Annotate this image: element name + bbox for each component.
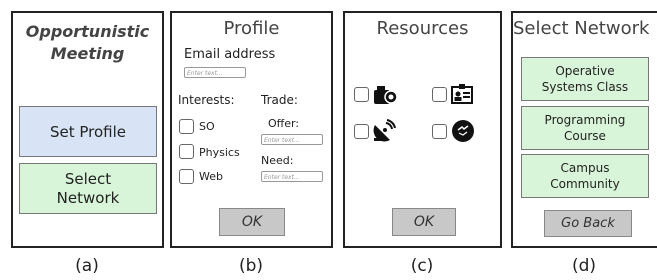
ok-label: OK xyxy=(241,214,263,230)
screen-select-network: Select Network Operative Systems Class P… xyxy=(511,11,657,248)
resource-checkbox-trade[interactable] xyxy=(432,124,447,139)
resources-title: Resources xyxy=(376,18,469,39)
ok-button[interactable]: OK xyxy=(219,208,285,236)
app-title: Opportunistic Meeting xyxy=(13,21,162,65)
resource-checkbox-id-card[interactable] xyxy=(432,87,447,102)
go-back-label: Go Back xyxy=(561,216,615,231)
app-title-line2: Meeting xyxy=(50,44,125,63)
need-field[interactable]: Enter text... xyxy=(261,171,323,182)
screen-opportunistic-meeting: Opportunistic Meeting Set Profile Select… xyxy=(11,11,164,248)
caption-d: (d) xyxy=(571,256,597,276)
network-button-programming-course[interactable]: Programming Course xyxy=(521,106,649,150)
network-button-operative-systems[interactable]: Operative Systems Class xyxy=(521,57,649,101)
network-label-line2: Community xyxy=(550,177,620,191)
select-network-title: Select Network xyxy=(513,18,650,39)
network-label-line1: Programming xyxy=(544,113,626,127)
screen-resources: Resources OK xyxy=(343,11,502,248)
trade-icon xyxy=(452,120,474,142)
email-field[interactable]: Enter text... xyxy=(184,67,246,78)
resource-checkbox-satellite[interactable] xyxy=(354,124,369,139)
resource-checkbox-camera[interactable] xyxy=(354,87,369,102)
profile-title: Profile xyxy=(223,18,280,39)
set-profile-button[interactable]: Set Profile xyxy=(19,106,157,157)
caption-b: (b) xyxy=(238,256,264,276)
select-network-label-line2: Network xyxy=(56,188,120,207)
satellite-dish-icon xyxy=(373,119,396,142)
ok-label: OK xyxy=(413,214,435,230)
offer-label: Offer: xyxy=(268,117,300,130)
interest-checkbox-web[interactable] xyxy=(179,169,194,184)
app-title-line1: Opportunistic xyxy=(25,22,150,41)
network-button-campus-community[interactable]: Campus Community xyxy=(521,154,649,198)
set-profile-label: Set Profile xyxy=(49,122,127,141)
network-label-line2: Course xyxy=(564,129,606,143)
need-label: Need: xyxy=(261,154,294,167)
offer-field[interactable]: Enter text... xyxy=(261,134,323,145)
network-label-line1: Campus xyxy=(560,161,610,175)
trade-label: Trade: xyxy=(261,93,298,107)
screen-profile: Profile Email address Enter text... Inte… xyxy=(170,11,333,248)
select-network-label-line1: Select xyxy=(64,169,112,188)
id-card-icon xyxy=(451,84,473,104)
email-label: Email address xyxy=(184,47,276,62)
camera-icon xyxy=(374,86,398,104)
caption-a: (a) xyxy=(75,256,99,276)
ok-button[interactable]: OK xyxy=(392,208,456,236)
interest-label-so: SO xyxy=(199,120,215,133)
network-label-line2: Systems Class xyxy=(541,80,629,94)
network-label-line1: Operative xyxy=(555,64,615,78)
caption-c: (c) xyxy=(410,256,434,276)
interests-label: Interests: xyxy=(178,93,235,107)
interest-checkbox-physics[interactable] xyxy=(179,144,194,159)
interest-label-web: Web xyxy=(199,170,223,183)
interest-checkbox-so[interactable] xyxy=(179,119,194,134)
select-network-button[interactable]: Select Network xyxy=(19,163,157,214)
go-back-button[interactable]: Go Back xyxy=(544,210,632,237)
interest-label-physics: Physics xyxy=(199,146,240,159)
